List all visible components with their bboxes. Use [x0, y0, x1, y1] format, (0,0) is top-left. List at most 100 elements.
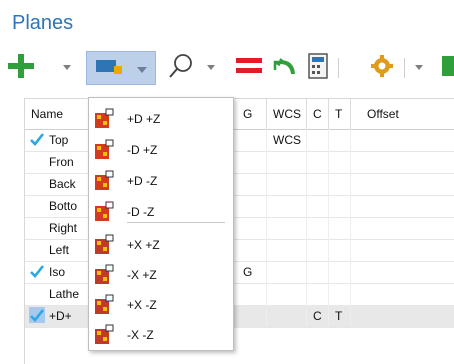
cell-wcs — [267, 151, 307, 173]
menu-item-plane[interactable]: +D -Z — [89, 166, 233, 196]
cell-g — [237, 217, 267, 239]
cell-offset — [351, 261, 454, 283]
plane-type-button[interactable] — [86, 51, 156, 85]
menu-item-label: -D +Z — [127, 143, 158, 157]
plane-orientation-icon — [94, 234, 114, 255]
active-check-icon — [29, 307, 45, 323]
add-plane-button[interactable] — [8, 54, 34, 84]
cell-name: Left — [25, 239, 91, 261]
cell-t — [329, 217, 351, 239]
toolbar — [0, 48, 454, 88]
cell-wcs — [267, 217, 307, 239]
menu-item-label: +X -Z — [127, 298, 157, 312]
column-header-wcs[interactable]: WCS — [267, 99, 307, 129]
menu-item-label: +D -Z — [127, 174, 158, 188]
cell-c — [307, 283, 329, 305]
cell-t — [329, 239, 351, 261]
cell-offset — [351, 173, 454, 195]
active-check-icon — [29, 263, 45, 279]
cell-g — [237, 239, 267, 261]
plane-flag-icon — [96, 60, 122, 74]
cell-g — [237, 151, 267, 173]
cell-name: +D+ — [25, 305, 91, 327]
cell-name: Botto — [25, 195, 91, 217]
menu-item-label: +X +Z — [127, 238, 160, 252]
cell-wcs — [267, 305, 307, 327]
plane-type-menu: +D +Z -D +Z +D -Z -D -Z +X +Z -X +Z +X -Z -X -Z — [88, 97, 234, 351]
menu-item-plane[interactable]: +X +Z — [89, 230, 233, 260]
plane-orientation-icon — [94, 324, 114, 345]
menu-item-plane[interactable]: +X -Z — [89, 290, 233, 320]
plane-orientation-icon — [94, 294, 114, 315]
search-icon — [169, 54, 192, 78]
cell-t — [329, 151, 351, 173]
toolbar-separator — [338, 58, 339, 78]
find-plane-button[interactable] — [168, 52, 194, 82]
menu-item-plane[interactable]: +D +Z — [89, 104, 233, 134]
panel-title: Planes — [12, 12, 74, 34]
menu-item-plane[interactable]: -D +Z — [89, 135, 233, 165]
column-header-offset[interactable]: Offset — [351, 99, 454, 129]
cell-c — [307, 129, 329, 151]
undo-arrow-icon — [273, 58, 295, 75]
cell-t: T — [329, 305, 351, 327]
cell-offset — [351, 305, 454, 327]
cell-t — [329, 173, 351, 195]
cell-wcs: WCS — [267, 129, 307, 151]
menu-item-label: -X +Z — [127, 268, 157, 282]
cell-offset — [351, 129, 454, 151]
cell-t — [329, 129, 351, 151]
cell-c: C — [307, 305, 329, 327]
cell-t — [329, 261, 351, 283]
cell-g — [237, 283, 267, 305]
cell-offset — [351, 239, 454, 261]
column-header-t[interactable]: T — [329, 99, 351, 129]
equals-button[interactable] — [236, 58, 262, 74]
column-header-name[interactable]: Name — [25, 99, 91, 129]
cell-g — [237, 305, 267, 327]
cell-name: Iso — [25, 261, 91, 283]
gear-icon — [371, 55, 393, 77]
cell-g — [237, 129, 267, 151]
overflow-icon[interactable] — [442, 56, 454, 76]
plane-orientation-icon — [94, 170, 114, 191]
settings-button[interactable] — [370, 52, 394, 82]
cell-c — [307, 173, 329, 195]
cell-g: G — [237, 261, 267, 283]
cell-wcs — [267, 239, 307, 261]
search-dropdown-caret-icon[interactable] — [204, 52, 218, 82]
chevron-down-icon — [137, 67, 147, 73]
cell-name: Top — [25, 129, 91, 151]
menu-item-plane[interactable]: -X -Z — [89, 320, 233, 350]
cell-g — [237, 195, 267, 217]
cell-t — [329, 283, 351, 305]
cell-wcs — [267, 173, 307, 195]
more-dropdown-caret-icon[interactable] — [412, 52, 426, 82]
cell-wcs — [267, 195, 307, 217]
cell-c — [307, 239, 329, 261]
cell-c — [307, 217, 329, 239]
column-header-c[interactable]: C — [307, 99, 329, 129]
cell-c — [307, 151, 329, 173]
cell-c — [307, 261, 329, 283]
cell-offset — [351, 283, 454, 305]
cell-name: Back — [25, 173, 91, 195]
cell-t — [329, 195, 351, 217]
plane-orientation-icon — [94, 264, 114, 285]
add-dropdown-caret-icon[interactable] — [60, 52, 74, 82]
menu-separator — [127, 222, 225, 223]
cell-offset — [351, 195, 454, 217]
calculator-icon — [308, 53, 328, 79]
cell-name: Lathe — [25, 283, 91, 305]
undo-button[interactable] — [272, 52, 296, 82]
cell-wcs — [267, 283, 307, 305]
column-header-g[interactable]: G — [237, 99, 267, 129]
cell-c — [307, 195, 329, 217]
active-check-icon — [29, 131, 45, 147]
menu-item-plane[interactable]: -X +Z — [89, 260, 233, 290]
plane-orientation-icon — [94, 108, 114, 129]
calculator-button[interactable] — [306, 52, 328, 82]
cell-offset — [351, 151, 454, 173]
cell-name: Right — [25, 217, 91, 239]
menu-item-label: -X -Z — [127, 328, 154, 342]
